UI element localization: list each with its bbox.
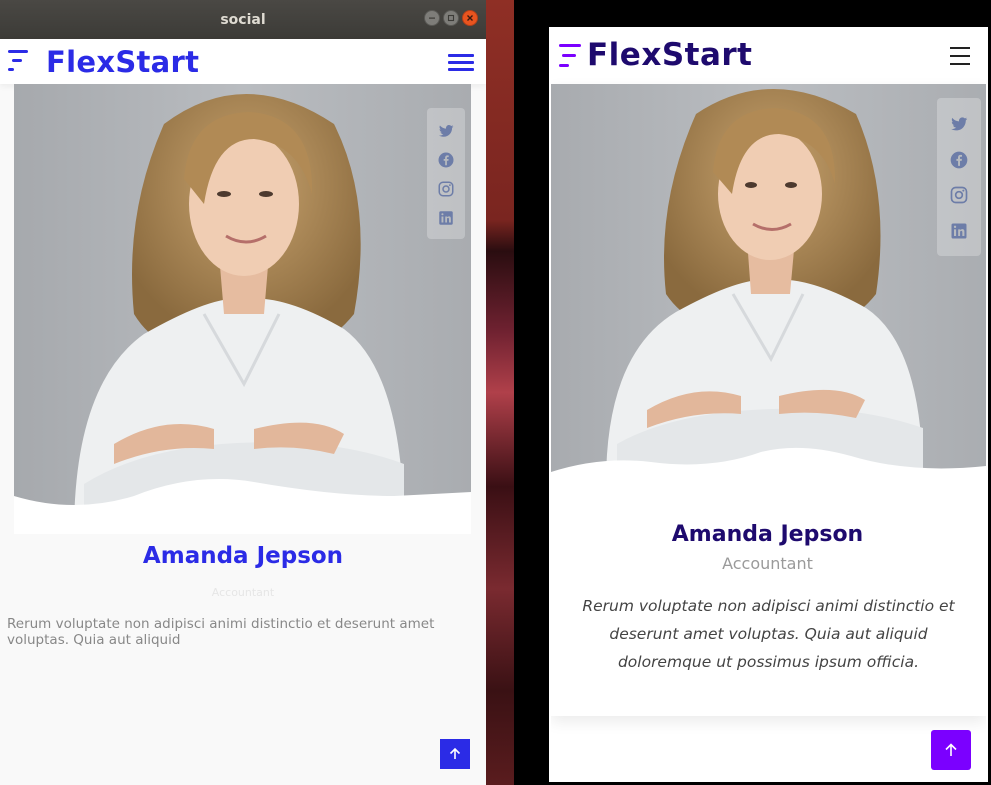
twitter-icon[interactable]	[437, 122, 455, 140]
back-to-top-button[interactable]	[440, 739, 470, 769]
arrow-up-icon	[449, 747, 461, 759]
maximize-icon	[447, 14, 455, 22]
close-icon	[467, 15, 473, 21]
window-titlebar[interactable]: social	[0, 0, 486, 39]
hamburger-menu-button[interactable]	[950, 47, 970, 65]
linkedin-icon[interactable]	[949, 221, 969, 241]
window-controls	[424, 10, 478, 26]
instagram-icon[interactable]	[949, 185, 969, 205]
instagram-icon[interactable]	[437, 180, 455, 198]
member-name: Amanda Jepson	[142, 543, 344, 569]
linkedin-icon[interactable]	[437, 209, 455, 227]
team-member-card	[14, 84, 471, 534]
social-links-panel	[937, 98, 981, 256]
site-header: FlexStart	[551, 29, 986, 84]
back-to-top-button[interactable]	[931, 730, 971, 770]
desktop-wallpaper	[486, 0, 514, 785]
social-links-panel	[427, 108, 465, 239]
facebook-icon[interactable]	[437, 151, 455, 169]
arrow-up-icon	[945, 743, 957, 756]
brand-logo-text[interactable]: FlexStart	[587, 37, 753, 73]
close-button[interactable]	[462, 10, 478, 26]
twitter-icon[interactable]	[949, 114, 969, 134]
member-role: Accountant	[211, 586, 275, 599]
member-photo	[551, 84, 986, 484]
minimize-icon	[429, 17, 435, 19]
browser-window-right: FlexStart Amanda Jepson Accountant Rerum…	[549, 27, 988, 782]
team-member-card: Amanda Jepson Accountant Rerum voluptate…	[551, 84, 986, 716]
hamburger-menu-button[interactable]	[448, 54, 474, 72]
member-name: Amanda Jepson	[671, 522, 864, 547]
window-title: social	[220, 11, 266, 28]
member-photo	[14, 84, 471, 534]
logo-icon[interactable]	[8, 49, 32, 73]
browser-window-left: social FlexStart Amanda Jepson Accountan…	[0, 0, 486, 785]
member-description: Rerum voluptate non adipisci animi disti…	[7, 616, 435, 648]
brand-logo-text[interactable]: FlexStart	[46, 45, 199, 79]
member-role: Accountant	[722, 554, 813, 573]
site-header: FlexStart	[0, 39, 486, 84]
maximize-button[interactable]	[443, 10, 459, 26]
minimize-button[interactable]	[424, 10, 440, 26]
logo-icon[interactable]	[559, 43, 583, 71]
member-description: Rerum voluptate non adipisci animi disti…	[582, 597, 955, 671]
facebook-icon[interactable]	[949, 150, 969, 170]
